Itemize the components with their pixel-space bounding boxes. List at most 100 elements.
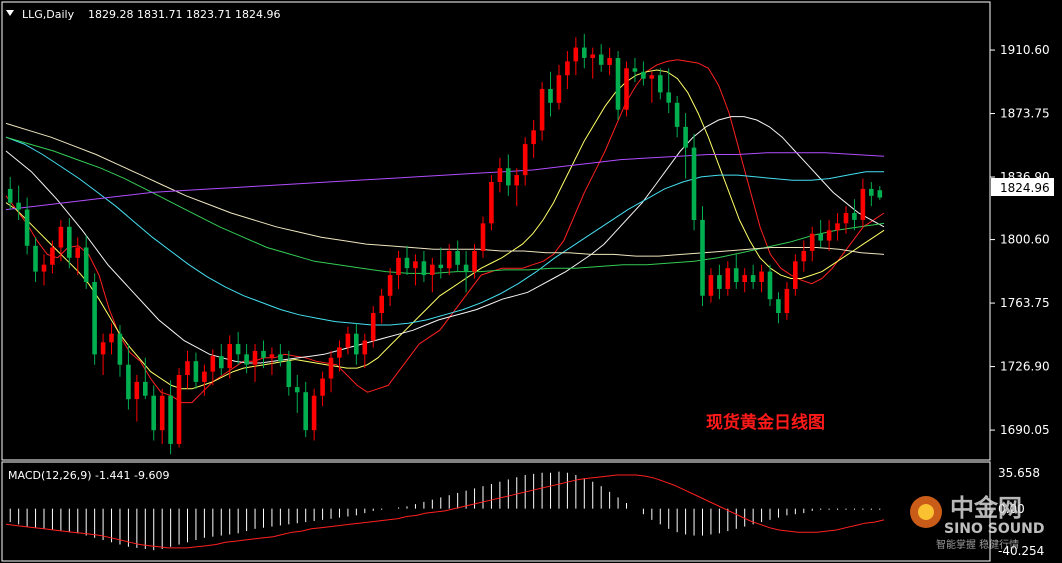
candle-body-up xyxy=(649,75,655,79)
candle xyxy=(767,264,773,307)
candle xyxy=(522,137,528,186)
candle xyxy=(354,323,359,365)
candle-body-down xyxy=(666,92,671,103)
candle xyxy=(438,247,444,279)
candle xyxy=(624,61,629,117)
candle-body-down xyxy=(16,202,21,210)
candle-body-up xyxy=(430,264,435,275)
candle xyxy=(793,254,798,296)
candle xyxy=(261,340,266,369)
candle-body-up xyxy=(793,261,798,289)
chart-caption: 现货黄金日线图 xyxy=(706,412,825,433)
candle-body-down xyxy=(354,333,359,355)
candle-body-up xyxy=(531,130,536,145)
candle-body-down xyxy=(767,271,773,300)
candle xyxy=(387,268,393,307)
macd-title: MACD(12,26,9) -1.441 -9.609 xyxy=(8,469,169,482)
candle-body-up xyxy=(413,261,418,269)
y-tick-label: 1763.75 xyxy=(1000,296,1050,310)
candle-body-up xyxy=(396,257,401,275)
candle xyxy=(345,326,351,355)
candle xyxy=(759,264,764,293)
candle-body-down xyxy=(869,188,874,196)
candle-body-up xyxy=(337,347,342,358)
candle xyxy=(826,219,832,251)
candle-body-down xyxy=(598,54,604,65)
chart-canvas: LLG,Daily 1829.28 1831.71 1823.71 1824.9… xyxy=(1,1,1054,562)
candle-body-up xyxy=(159,395,165,431)
main-chart-frame xyxy=(1,1,991,461)
candle xyxy=(531,120,536,158)
candle xyxy=(193,352,199,389)
candle xyxy=(489,175,494,231)
candle-body-down xyxy=(83,247,89,282)
candle-body-down xyxy=(674,102,680,127)
candle-body-up xyxy=(514,175,519,186)
candle-body-down xyxy=(683,126,688,148)
moving-average-line-6 xyxy=(5,122,885,257)
candle-body-down xyxy=(615,58,621,110)
candle-body-up xyxy=(725,268,731,289)
candle-body-up xyxy=(556,75,562,103)
candle-body-up xyxy=(624,68,629,110)
candle-body-down xyxy=(717,275,722,289)
candle-body-up xyxy=(446,251,452,269)
candle-body-down xyxy=(33,245,38,272)
candle xyxy=(168,380,173,455)
candle-body-up xyxy=(176,375,182,444)
candle xyxy=(151,385,156,441)
candle-body-up xyxy=(210,356,216,372)
candle xyxy=(320,371,325,407)
macd-tick-top: 35.658 xyxy=(998,466,1040,480)
candle xyxy=(556,64,562,110)
candle-body-down xyxy=(126,364,131,400)
candle xyxy=(58,219,64,262)
candle-body-down xyxy=(219,356,224,369)
candle xyxy=(860,178,866,227)
candle-body-up xyxy=(75,247,80,258)
candle-body-up xyxy=(58,226,64,248)
candle xyxy=(666,68,671,114)
candle xyxy=(303,381,308,438)
watermark-brand-en: SINO SOUND xyxy=(944,521,1044,537)
symbol-title: LLG,Daily xyxy=(22,8,75,21)
y-tick-label: 1873.75 xyxy=(1000,107,1050,121)
candle xyxy=(244,344,249,374)
candle xyxy=(126,344,131,410)
candle-body-down xyxy=(294,387,300,393)
candle-body-down xyxy=(404,257,410,269)
candle xyxy=(185,350,190,389)
candle xyxy=(294,375,300,413)
candle-body-down xyxy=(143,381,148,396)
candle xyxy=(278,344,283,367)
candle xyxy=(328,350,334,393)
moving-average-line-7 xyxy=(5,152,885,211)
candle-body-up xyxy=(742,275,747,282)
candle-body-down xyxy=(67,226,72,258)
candle xyxy=(421,250,427,282)
y-tick-label: 1690.05 xyxy=(1000,423,1050,437)
candle-body-down xyxy=(700,219,705,296)
candle xyxy=(404,245,410,276)
candle xyxy=(717,264,722,300)
candle xyxy=(691,133,697,231)
candle xyxy=(615,51,621,120)
last-price-label: 1824.96 xyxy=(1000,181,1050,195)
watermark-tagline: 智能掌握 稳健行情 xyxy=(936,538,1019,551)
candle xyxy=(497,157,503,193)
candle-body-up xyxy=(573,47,579,62)
candle xyxy=(750,264,756,289)
ohlc-header: 1829.28 1831.71 1823.71 1824.96 xyxy=(88,8,280,21)
candle xyxy=(776,292,781,324)
candle xyxy=(733,254,739,289)
chart-menu-triangle-icon[interactable] xyxy=(6,10,14,16)
candle-body-up xyxy=(41,264,47,272)
candle xyxy=(632,57,638,83)
candle-body-up xyxy=(826,230,832,241)
candle-body-up xyxy=(252,350,258,365)
candle-body-up xyxy=(387,275,393,296)
candle-body-down xyxy=(151,395,156,431)
candle-body-up xyxy=(227,344,232,369)
candle-body-down xyxy=(455,251,460,265)
candle xyxy=(286,350,292,396)
